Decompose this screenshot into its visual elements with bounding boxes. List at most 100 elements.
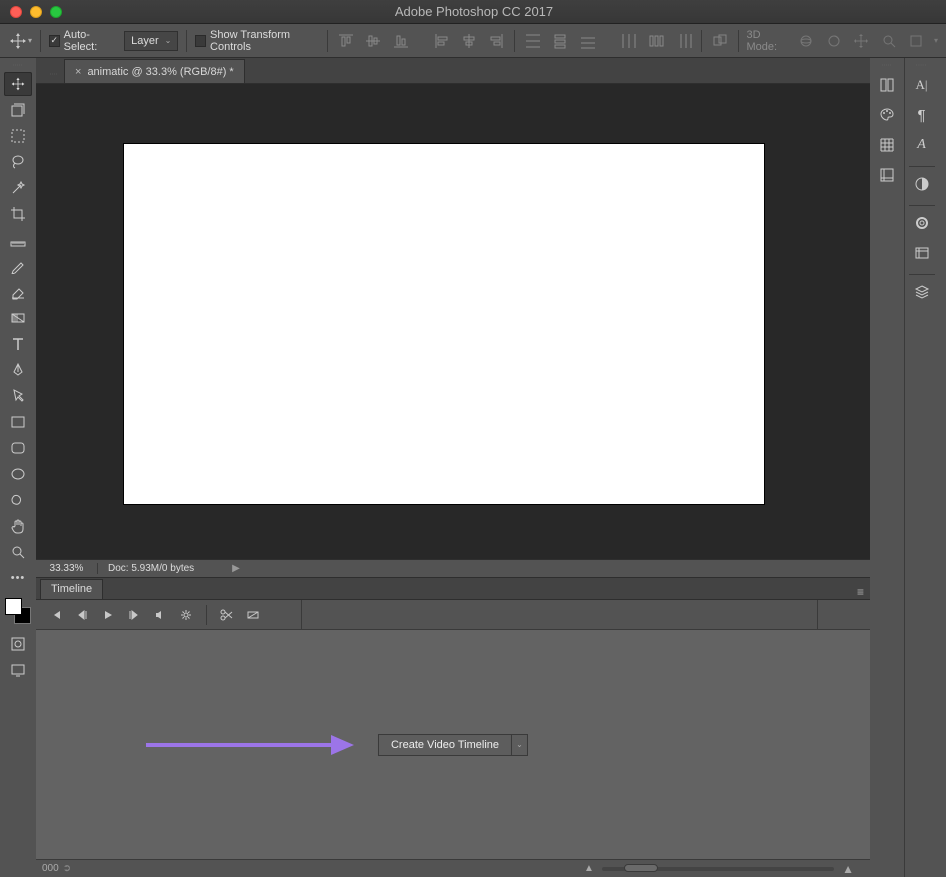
frame-counter: 000 <box>42 863 59 874</box>
panel-grip[interactable]: ::::: <box>874 62 900 70</box>
timeline-scroll-right[interactable] <box>822 600 864 629</box>
audio-mute-button[interactable] <box>152 607 168 623</box>
edit-toolbar-button[interactable]: ••• <box>4 566 32 590</box>
crop-tool[interactable] <box>4 202 32 226</box>
timeline-ruler[interactable] <box>306 600 818 629</box>
align-bottom-button[interactable] <box>391 30 410 52</box>
next-frame-button[interactable] <box>126 607 142 623</box>
align-vcenter-button[interactable] <box>364 30 383 52</box>
distribute-bottom-button[interactable] <box>578 30 597 52</box>
current-tool-icon[interactable]: ▾ <box>8 31 32 51</box>
split-clip-button[interactable] <box>219 607 235 623</box>
distribute-right-button[interactable] <box>674 30 693 52</box>
prev-frame-button[interactable] <box>74 607 90 623</box>
play-button[interactable] <box>100 607 116 623</box>
document-area: :::: × animatic @ 33.3% (RGB/8#) * 33.33… <box>36 58 870 877</box>
titlebar: Adobe Photoshop CC 2017 <box>0 0 946 24</box>
hand-tool[interactable] <box>4 514 32 538</box>
character-panel-icon[interactable]: A| <box>909 72 935 98</box>
render-icon[interactable]: ➲ <box>63 863 71 874</box>
status-bar: 33.33% Doc: 5.93M/0 bytes ▶ <box>36 559 870 577</box>
zoom-tool[interactable] <box>4 540 32 564</box>
distribute-hcenter-button[interactable] <box>646 30 665 52</box>
lasso-tool[interactable] <box>4 150 32 174</box>
custom-shape-tool[interactable] <box>4 488 32 512</box>
zoom-level[interactable]: 33.33% <box>36 563 98 574</box>
history-panel-icon[interactable] <box>874 72 900 98</box>
3d-slide-icon <box>879 30 898 52</box>
align-right-button[interactable] <box>487 30 506 52</box>
doc-info[interactable]: Doc: 5.93M/0 bytes <box>98 563 204 574</box>
align-left-button[interactable] <box>432 30 451 52</box>
move-tool[interactable] <box>4 72 32 96</box>
panel-grip[interactable]: ::::: <box>3 62 33 70</box>
ellipse-tool[interactable] <box>4 462 32 486</box>
swatches-panel-icon[interactable] <box>874 132 900 158</box>
timeline-settings-button[interactable] <box>178 607 194 623</box>
paragraph-panel-icon[interactable]: ¶ <box>909 102 935 128</box>
show-transform-checkbox[interactable]: Show Transform Controls <box>195 29 319 53</box>
ruler-tool[interactable] <box>4 228 32 252</box>
canvas[interactable] <box>124 144 764 504</box>
transition-button[interactable] <box>245 607 261 623</box>
pen-tool[interactable] <box>4 358 32 382</box>
path-select-tool[interactable] <box>4 384 32 408</box>
document-tab-bar: :::: × animatic @ 33.3% (RGB/8#) * <box>36 58 870 84</box>
styles-panel-icon[interactable] <box>909 240 935 266</box>
auto-select-target[interactable]: Layer ⌄ <box>124 31 178 51</box>
auto-align-button[interactable] <box>710 30 729 52</box>
panel-grip[interactable]: ::::: <box>909 62 935 70</box>
gradient-tool[interactable] <box>4 306 32 330</box>
distribute-left-button[interactable] <box>619 30 638 52</box>
brush-tool[interactable] <box>4 254 32 278</box>
annotation-arrow <box>146 733 356 757</box>
timeline-tab[interactable]: Timeline <box>40 579 103 599</box>
eraser-tool[interactable] <box>4 280 32 304</box>
properties-panel-icon[interactable] <box>874 162 900 188</box>
3d-pan-icon <box>852 30 871 52</box>
screen-mode-button[interactable] <box>4 658 32 682</box>
timeline-zoom-slider[interactable]: ▲ ▲ <box>584 862 864 876</box>
quick-mask-button[interactable] <box>4 632 32 656</box>
distribute-top-button[interactable] <box>523 30 542 52</box>
marquee-tool[interactable] <box>4 124 32 148</box>
align-top-button[interactable] <box>336 30 355 52</box>
align-hcenter-button[interactable] <box>459 30 478 52</box>
rounded-rect-tool[interactable] <box>4 436 32 460</box>
canvas-viewport[interactable] <box>36 84 870 559</box>
close-tab-icon[interactable]: × <box>75 66 81 78</box>
adjustments-panel-icon[interactable] <box>909 171 935 197</box>
magic-wand-tool[interactable] <box>4 176 32 200</box>
color-swatches[interactable] <box>5 598 31 624</box>
rectangle-tool[interactable] <box>4 410 32 434</box>
auto-select-checkbox[interactable]: ✓ Auto-Select: <box>49 29 116 53</box>
show-transform-label: Show Transform Controls <box>210 29 319 53</box>
type-tool[interactable] <box>4 332 32 356</box>
3d-orbit-icon <box>797 30 816 52</box>
glyphs-panel-icon[interactable]: A <box>909 132 935 158</box>
foreground-color[interactable] <box>5 598 22 615</box>
panel-menu-icon[interactable]: ≡ <box>857 585 864 599</box>
artboard-tool[interactable] <box>4 98 32 122</box>
create-video-timeline-button[interactable]: Create Video Timeline <box>378 734 512 756</box>
timeline-toolbar <box>36 600 870 630</box>
distribute-vcenter-button[interactable] <box>551 30 570 52</box>
chevron-down-icon: ⌄ <box>516 740 523 749</box>
go-to-first-frame-button[interactable] <box>48 607 64 623</box>
app-title: Adobe Photoshop CC 2017 <box>62 4 886 19</box>
layers-panel-icon[interactable] <box>909 279 935 305</box>
document-tab[interactable]: × animatic @ 33.3% (RGB/8#) * <box>64 59 245 83</box>
maximize-window-button[interactable] <box>50 6 62 18</box>
right-panels: ::::: ::::: A| ¶ A <box>870 58 946 877</box>
color-panel-icon[interactable] <box>874 102 900 128</box>
libraries-panel-icon[interactable] <box>909 210 935 236</box>
options-bar: ▾ ✓ Auto-Select: Layer ⌄ Show Transform … <box>0 24 946 58</box>
timeline-body: Create Video Timeline ⌄ <box>36 630 870 859</box>
document-tab-title: animatic @ 33.3% (RGB/8#) * <box>87 66 233 78</box>
status-menu-icon[interactable]: ▶ <box>232 563 240 574</box>
3d-scale-icon <box>907 30 926 52</box>
minimize-window-button[interactable] <box>30 6 42 18</box>
close-window-button[interactable] <box>10 6 22 18</box>
panel-grip[interactable]: :::: <box>44 63 64 83</box>
create-timeline-dropdown[interactable]: ⌄ <box>512 734 528 756</box>
